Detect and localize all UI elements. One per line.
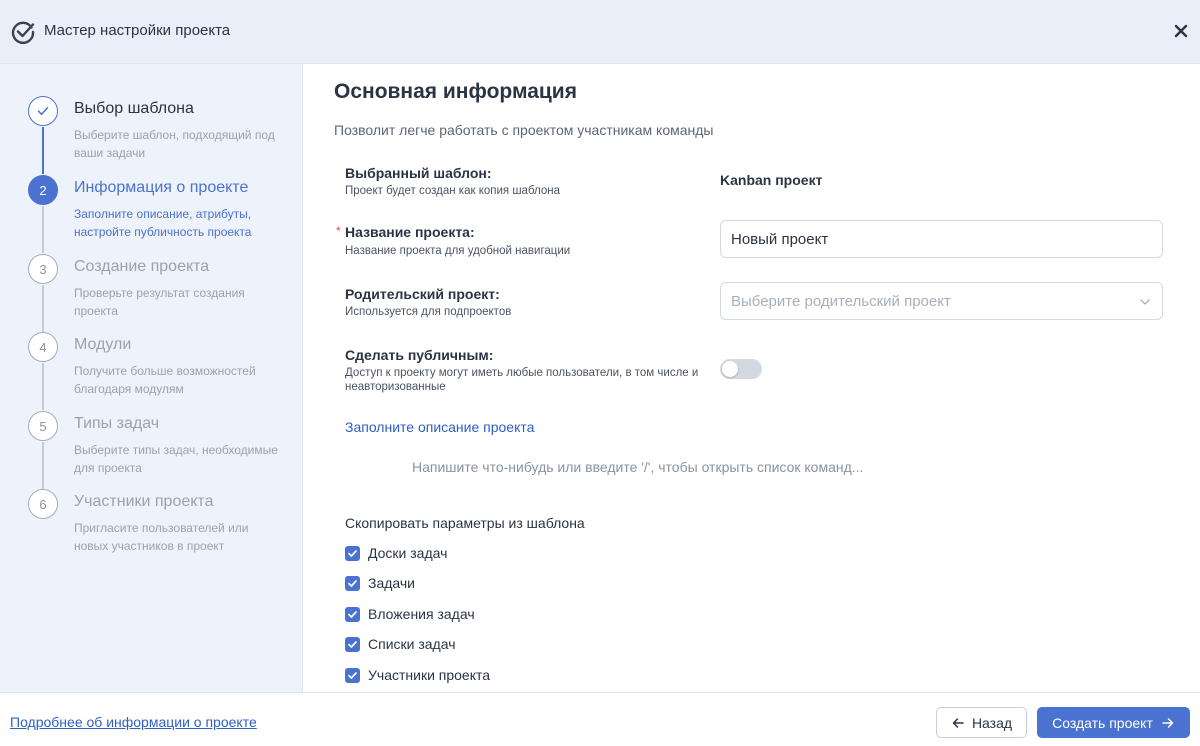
step-title: Участники проекта — [74, 493, 214, 510]
checkbox-checked-icon[interactable] — [345, 606, 360, 622]
step-title: Выбор шаблона — [74, 100, 194, 117]
project-name-value: Новый проект — [731, 230, 829, 248]
create-project-button[interactable]: Создать проект — [1037, 707, 1190, 738]
create-project-button-label: Создать проект — [1052, 714, 1153, 731]
parent-project-label: Родительский проект: — [345, 286, 500, 302]
step-description: Выберите шаблон, подходящий под ваши зад… — [74, 128, 275, 160]
step-number: 5 — [28, 411, 58, 441]
public-label: Сделать публичным: — [345, 347, 494, 363]
copy-param-project-members[interactable]: Участники проекта — [345, 666, 490, 684]
checkbox-label: Участники проекта — [368, 667, 491, 683]
close-icon[interactable] — [1170, 20, 1192, 42]
checkbox-checked-icon[interactable] — [345, 545, 360, 561]
copy-params-title: Скопировать параметры из шаблона — [345, 515, 585, 531]
step-description: Заполните описание, атрибуты, настройте … — [74, 207, 252, 239]
arrow-right-icon — [1162, 717, 1174, 728]
project-name-input[interactable]: Новый проект — [720, 220, 1163, 258]
check-circle-icon — [11, 21, 35, 44]
required-mark: * — [336, 224, 341, 238]
template-hint: Проект будет создан как копия шаблона — [345, 185, 560, 197]
step-connector — [42, 127, 44, 174]
checkbox-label: Списки задач — [368, 636, 456, 652]
more-info-link[interactable]: Подробнее об информации о проекте — [10, 714, 257, 730]
step-connector — [42, 285, 44, 332]
step-description: Выберите типы задач, необходимые для про… — [74, 443, 278, 475]
step-connector — [42, 442, 44, 489]
description-link[interactable]: Заполните описание проекта — [345, 419, 534, 435]
step-connector — [42, 363, 44, 410]
wizard-steps-sidebar: Выбор шаблона Выберите шаблон, подходящи… — [0, 64, 303, 692]
step-number: 4 — [28, 332, 58, 362]
wizard-footer: Подробнее об информации о проекте Назад … — [0, 692, 1200, 746]
chevron-down-icon — [1140, 299, 1150, 305]
step-title: Типы задач — [74, 415, 160, 432]
step-description: Пригласите пользователей или новых участ… — [74, 521, 249, 553]
checkbox-label: Доски задач — [368, 545, 448, 561]
checkbox-checked-icon[interactable] — [345, 575, 360, 591]
step-number: 3 — [28, 254, 58, 284]
checkbox-label: Вложения задач — [368, 606, 475, 622]
public-toggle[interactable] — [720, 359, 762, 379]
step-number: 6 — [28, 489, 58, 519]
step-title: Информация о проекте — [74, 179, 249, 196]
project-name-hint: Название проекта для удобной навигации — [345, 245, 571, 257]
wizard-header: Мастер настройки проекта — [0, 0, 1200, 64]
wizard-title: Мастер настройки проекта — [44, 22, 231, 39]
parent-project-placeholder: Выберите родительский проект — [731, 292, 951, 310]
checkbox-label: Задачи — [368, 575, 416, 591]
toggle-knob — [722, 361, 738, 377]
description-editor-placeholder[interactable]: Напишите что-нибудь или введите '/', что… — [412, 459, 863, 475]
copy-param-tasks[interactable]: Задачи — [345, 574, 415, 592]
project-name-label: Название проекта: — [345, 224, 475, 240]
page-subtitle: Позволит легче работать с проектом участ… — [334, 122, 714, 138]
parent-project-hint: Используется для подпроектов — [345, 306, 512, 318]
back-button[interactable]: Назад — [936, 707, 1027, 738]
step-description: Получите больше возможностей благодаря м… — [74, 364, 256, 396]
step-check-icon — [28, 96, 58, 126]
checkbox-checked-icon[interactable] — [345, 667, 360, 683]
step-number: 2 — [28, 175, 58, 205]
back-button-label: Назад — [971, 714, 1013, 731]
page-title: Основная информация — [334, 80, 577, 103]
parent-project-select[interactable]: Выберите родительский проект — [720, 282, 1163, 320]
step-connector — [42, 206, 44, 253]
public-hint: Доступ к проекту могут иметь любые польз… — [345, 367, 699, 393]
copy-param-task-attachments[interactable]: Вложения задач — [345, 605, 475, 623]
arrow-left-icon — [952, 717, 964, 728]
copy-param-task-lists[interactable]: Списки задач — [345, 635, 456, 653]
main-content: Основная информация Позволит легче работ… — [304, 64, 1200, 692]
step-title: Создание проекта — [74, 258, 210, 275]
checkbox-checked-icon[interactable] — [345, 636, 360, 652]
template-value: Kanban проект — [720, 172, 823, 188]
copy-param-task-boards[interactable]: Доски задач — [345, 544, 447, 562]
step-description: Проверьте результат создания проекта — [74, 286, 245, 318]
step-title: Модули — [74, 336, 132, 353]
template-label: Выбранный шаблон: — [345, 165, 492, 181]
